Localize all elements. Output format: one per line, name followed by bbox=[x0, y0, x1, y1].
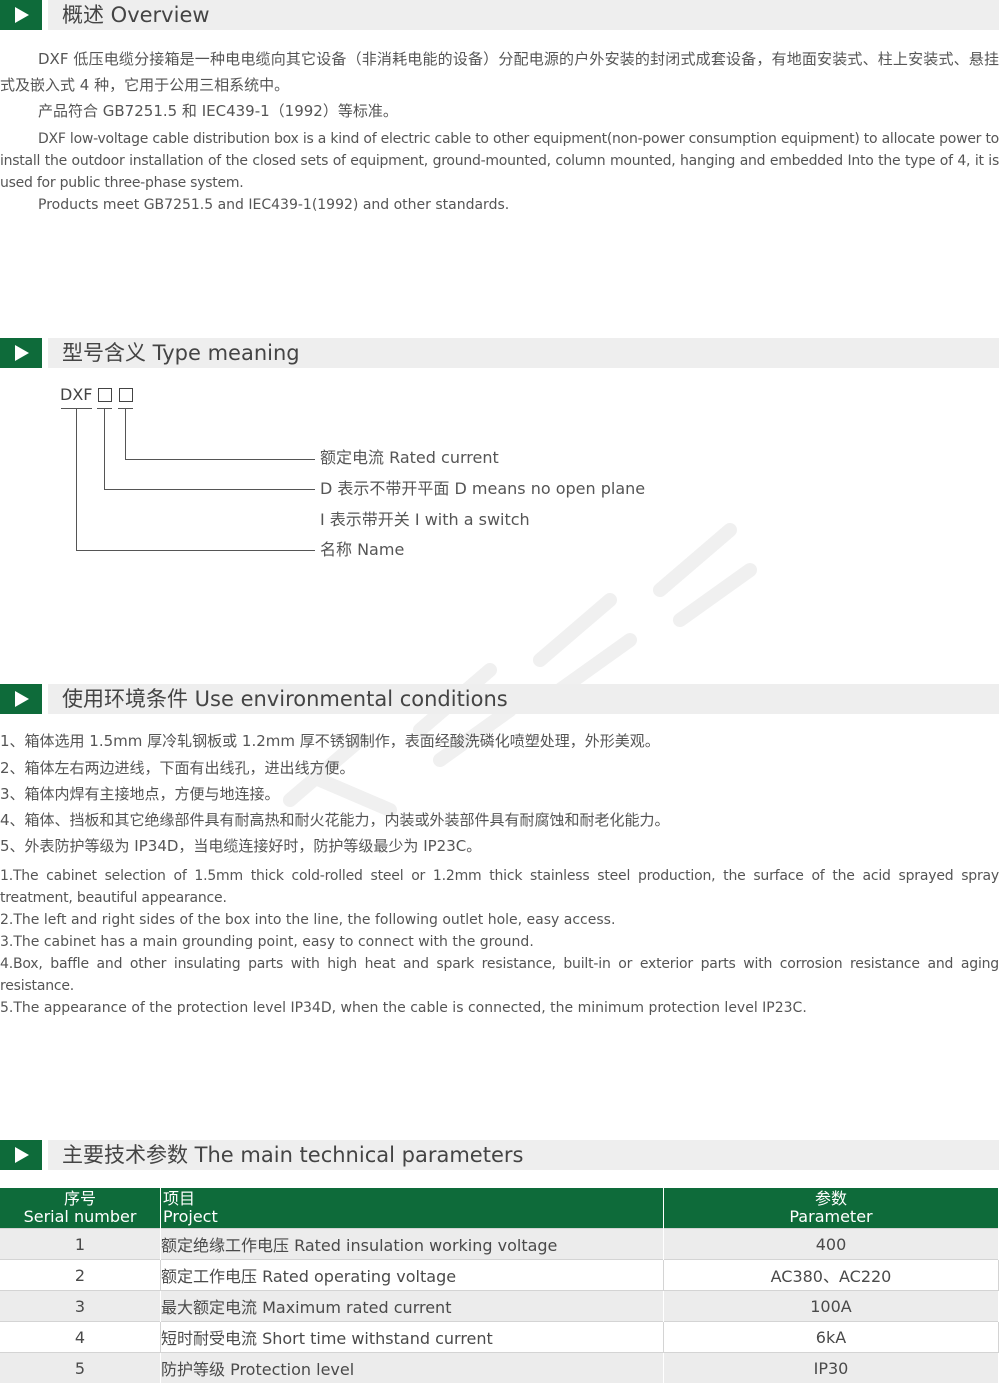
connector-line bbox=[104, 489, 315, 490]
header-param-cn: 参数 bbox=[814, 1189, 847, 1208]
type-code: DXF bbox=[60, 385, 93, 404]
table-header-row: 序号 Serial number 项目 Project 参数 Parameter bbox=[0, 1188, 999, 1229]
cell-serial: 3 bbox=[0, 1290, 161, 1322]
table-row: 4 短时耐受电流 Short time withstand current 6k… bbox=[0, 1321, 999, 1353]
connector-line bbox=[125, 459, 315, 460]
condition-en-5: 5.The appearance of the protection level… bbox=[0, 1000, 807, 1016]
type-label-open-plane: D 表示不带开平面 D means no open plane bbox=[320, 479, 646, 498]
table-row: 1 额定绝缘工作电压 Rated insulation working volt… bbox=[0, 1228, 999, 1260]
type-label-name: 名称 Name bbox=[320, 540, 405, 559]
connector-line bbox=[76, 550, 315, 551]
condition-cn-4: 4、箱体、挡板和其它绝缘部件具有耐高热和耐火花能力，内装或外装部件具有耐腐蚀和耐… bbox=[0, 811, 670, 829]
connector-line bbox=[125, 409, 126, 459]
header-project-cn: 项目 bbox=[163, 1189, 196, 1208]
type-label-switch: I 表示带开关 I with a switch bbox=[320, 510, 530, 529]
cell-value: IP30 bbox=[663, 1352, 999, 1383]
header-param-en: Parameter bbox=[789, 1207, 873, 1226]
code-box-2 bbox=[119, 388, 133, 402]
overview-paragraph-en: DXF low-voltage cable distribution box i… bbox=[0, 131, 999, 191]
section-header-parameters: 主要技术参数 The main technical parameters bbox=[0, 1140, 999, 1170]
condition-cn-2: 2、箱体左右两边进线，下面有出线孔，进出线方便。 bbox=[0, 759, 355, 777]
condition-en-2: 2.The left and right sides of the box in… bbox=[0, 912, 616, 928]
parameters-table: 序号 Serial number 项目 Project 参数 Parameter… bbox=[0, 1188, 999, 1383]
section-header-overview: 概述 Overview bbox=[0, 0, 999, 30]
cell-project: 防护等级 Protection level bbox=[160, 1352, 664, 1383]
header-serial-cn: 序号 bbox=[63, 1189, 96, 1208]
section-title: 型号含义 Type meaning bbox=[62, 341, 300, 365]
header-parameter: 参数 Parameter bbox=[663, 1188, 999, 1229]
cell-project: 短时耐受电流 Short time withstand current bbox=[160, 1321, 664, 1353]
cell-serial: 1 bbox=[0, 1228, 161, 1260]
play-arrow-icon bbox=[0, 0, 42, 30]
header-serial: 序号 Serial number bbox=[0, 1188, 161, 1229]
condition-en-4: 4.Box, baffle and other insulating parts… bbox=[0, 956, 999, 994]
section-title: 使用环境条件 Use environmental conditions bbox=[62, 687, 508, 711]
cell-value: AC380、AC220 bbox=[663, 1259, 999, 1291]
condition-cn-5: 5、外表防护等级为 IP34D，当电缆连接好时，防护等级最少为 IP23C。 bbox=[0, 837, 482, 855]
condition-en-1: 1.The cabinet selection of 1.5mm thick c… bbox=[0, 868, 999, 906]
condition-en-3: 3.The cabinet has a main grounding point… bbox=[0, 934, 534, 950]
table-row: 5 防护等级 Protection level IP30 bbox=[0, 1352, 999, 1383]
condition-cn-3: 3、箱体内焊有主接地点，方便与地连接。 bbox=[0, 785, 280, 803]
section-title: 概述 Overview bbox=[62, 3, 210, 27]
connector-line bbox=[104, 409, 105, 489]
condition-cn-1: 1、箱体选用 1.5mm 厚冷轧钢板或 1.2mm 厚不锈钢制作，表面经酸洗磷化… bbox=[0, 732, 660, 750]
connector-line bbox=[76, 409, 77, 550]
cell-value: 6kA bbox=[663, 1321, 999, 1353]
section-title: 主要技术参数 The main technical parameters bbox=[62, 1143, 524, 1167]
cell-value: 100A bbox=[663, 1290, 999, 1322]
header-serial-en: Serial number bbox=[23, 1207, 137, 1226]
table-row: 2 额定工作电压 Rated operating voltage AC380、A… bbox=[0, 1259, 999, 1291]
header-project: 项目 Project bbox=[160, 1188, 664, 1229]
section-header-conditions: 使用环境条件 Use environmental conditions bbox=[0, 684, 999, 714]
table-row: 3 最大额定电流 Maximum rated current 100A bbox=[0, 1290, 999, 1322]
overview-paragraph-cn: DXF 低压电缆分接箱是一种电电缆向其它设备（非消耗电能的设备）分配电源的户外安… bbox=[0, 50, 999, 94]
cell-project: 最大额定电流 Maximum rated current bbox=[160, 1290, 664, 1322]
overview-standards-cn: 产品符合 GB7251.5 和 IEC439-1（1992）等标准。 bbox=[38, 102, 398, 120]
overview-standards-en: Products meet GB7251.5 and IEC439-1(1992… bbox=[38, 197, 510, 213]
cell-value: 400 bbox=[663, 1228, 999, 1260]
play-arrow-icon bbox=[0, 684, 42, 714]
header-project-en: Project bbox=[163, 1207, 218, 1226]
play-arrow-icon bbox=[0, 338, 42, 368]
section-header-type-meaning: 型号含义 Type meaning bbox=[0, 338, 999, 368]
code-box-1 bbox=[98, 388, 112, 402]
cell-serial: 4 bbox=[0, 1321, 161, 1353]
cell-project: 额定绝缘工作电压 Rated insulation working voltag… bbox=[160, 1228, 664, 1260]
play-arrow-icon bbox=[0, 1140, 42, 1170]
type-label-rated-current: 额定电流 Rated current bbox=[320, 448, 499, 467]
cell-serial: 2 bbox=[0, 1259, 161, 1291]
cell-serial: 5 bbox=[0, 1352, 161, 1383]
cell-project: 额定工作电压 Rated operating voltage bbox=[160, 1259, 664, 1291]
